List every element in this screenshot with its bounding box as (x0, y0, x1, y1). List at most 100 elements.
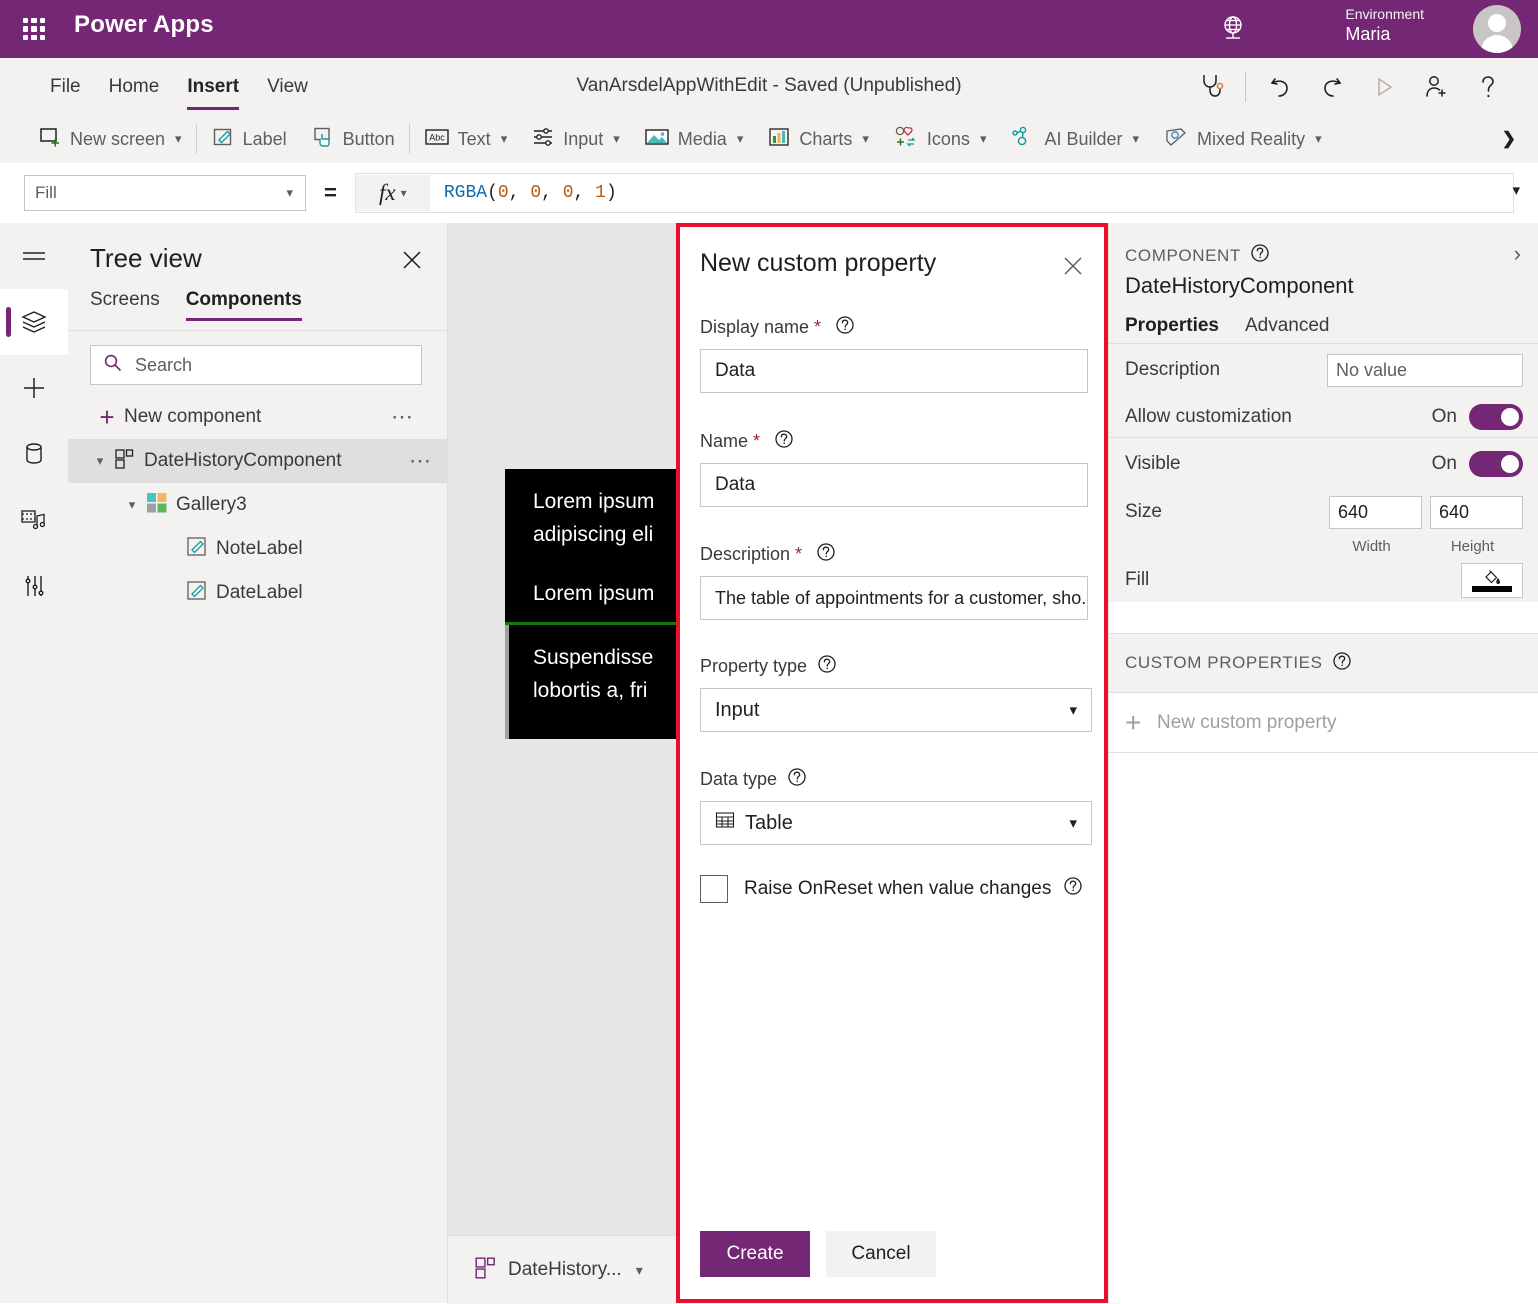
toggle-state-label: On (1431, 453, 1457, 474)
app-launcher-icon[interactable] (18, 13, 50, 45)
create-button[interactable]: Create (700, 1231, 810, 1277)
help-circle-icon[interactable] (1063, 876, 1083, 902)
field-label: Description * (700, 542, 1088, 567)
app-title: VanArsdelAppWithEdit - Saved (Unpublishe… (576, 75, 962, 96)
ribbon-charts-control[interactable]: Charts ▾ (755, 115, 881, 163)
help-circle-icon[interactable] (787, 767, 807, 792)
height-input[interactable]: 640 (1430, 495, 1523, 529)
tree-node-datehistorycomponent[interactable]: ▾ DateHistoryComponent ⋯ (68, 439, 465, 483)
tab-components[interactable]: Components (185, 289, 302, 321)
visible-toggle[interactable] (1469, 451, 1523, 477)
property-type-dropdown[interactable]: Input ▾ (700, 688, 1092, 732)
label-icon (211, 125, 235, 154)
formula-expand-chevron-down-icon[interactable]: ▾ (1512, 181, 1520, 199)
media-icon[interactable] (0, 487, 68, 553)
fx-button[interactable]: fx ▾ (355, 175, 430, 211)
help-circle-icon[interactable] (835, 315, 855, 340)
help-circle-icon[interactable] (774, 429, 794, 454)
field-property-type: Property type Input ▾ (700, 654, 1092, 732)
new-custom-property-label: New custom property (1157, 711, 1337, 733)
chevron-right-icon[interactable]: › (1514, 241, 1521, 267)
preview-play-icon[interactable] (1358, 64, 1410, 110)
search-input[interactable] (133, 353, 367, 377)
close-icon[interactable] (1060, 253, 1086, 279)
menu-item-insert[interactable]: Insert (175, 70, 251, 110)
property-type-value: Input (715, 698, 760, 721)
ribbon-new-screen[interactable]: New screen ▾ (26, 115, 194, 163)
insert-ribbon: New screen ▾ Label Button Abc Text ▾ Inp… (0, 115, 1538, 164)
search-box[interactable] (90, 345, 422, 385)
help-circle-icon[interactable] (817, 654, 837, 679)
tree-view-layers-icon[interactable] (0, 289, 68, 355)
label-icon (186, 536, 208, 563)
help-circle-icon[interactable] (1332, 651, 1352, 676)
field-label: Data type (700, 767, 1088, 792)
help-icon[interactable] (1462, 64, 1514, 110)
tree-node-gallery3[interactable]: ▾ Gallery3 (68, 483, 497, 527)
chevron-down-icon: ▾ (286, 185, 293, 200)
panel-kicker-label: COMPONENT (1125, 245, 1241, 265)
more-options-icon[interactable]: ⋯ (409, 448, 433, 474)
ribbon-button-control[interactable]: Button (299, 115, 407, 163)
fx-icon: fx (379, 180, 396, 205)
field-label: Property type (700, 654, 1088, 679)
property-selector[interactable]: Fill ▾ (24, 175, 306, 211)
menu-item-file[interactable]: File (38, 70, 93, 104)
property-label: Visible (1125, 453, 1181, 474)
menu-item-home[interactable]: Home (97, 70, 172, 104)
hamburger-menu-icon[interactable] (0, 223, 68, 289)
width-input[interactable]: 640 (1329, 495, 1422, 529)
ribbon-ai-builder[interactable]: AI Builder ▾ (998, 115, 1151, 163)
menu-bar: File Home Insert View VanArsdelAppWithEd… (0, 58, 1538, 116)
new-component-button[interactable]: + New component ⋯ (90, 395, 447, 439)
formula-input[interactable]: fx ▾ RGBA(0, 0, 0, 1) (354, 173, 1514, 213)
undo-icon[interactable] (1254, 64, 1306, 110)
ribbon-media-control[interactable]: Media ▾ (632, 115, 756, 163)
raise-onreset-checkbox[interactable] (700, 875, 728, 903)
chevron-down-icon[interactable]: ▾ (636, 1262, 643, 1279)
page-title: Tree view (90, 243, 202, 273)
display-name-input[interactable]: Data (700, 349, 1088, 393)
allow-customization-toggle[interactable] (1469, 404, 1523, 430)
new-custom-property-dialog: New custom property Display name * Data … (676, 223, 1108, 1303)
avatar[interactable] (1473, 5, 1521, 53)
chevron-down-icon[interactable]: ▾ (86, 453, 114, 469)
fill-color-preview (1472, 585, 1512, 592)
ribbon-text-control[interactable]: Abc Text ▾ (412, 115, 520, 163)
properties-panel-header: COMPONENT › DateHistoryComponent Propert… (1109, 223, 1538, 347)
help-circle-icon[interactable] (816, 542, 836, 567)
data-cylinder-icon[interactable] (0, 421, 68, 487)
close-icon[interactable] (399, 247, 425, 273)
new-custom-property-button[interactable]: + New custom property (1109, 693, 1538, 753)
tab-screens[interactable]: Screens (90, 289, 160, 321)
description-field[interactable]: No value (1327, 353, 1523, 387)
environment-switcher[interactable]: Environment Maria (1345, 5, 1424, 45)
share-user-icon[interactable] (1410, 64, 1462, 110)
menu-item-view[interactable]: View (255, 70, 320, 104)
status-component-selector[interactable]: DateHistory... (508, 1259, 622, 1281)
data-type-dropdown[interactable]: Table ▾ (700, 801, 1092, 845)
advanced-tools-icon[interactable] (0, 553, 68, 619)
ribbon-label: Mixed Reality (1197, 128, 1306, 149)
ribbon-label: Input (563, 128, 604, 149)
help-circle-icon[interactable] (1250, 243, 1270, 268)
icons-shapes-icon (893, 125, 919, 154)
ribbon-label-control[interactable]: Label (199, 115, 299, 163)
environment-name: Maria (1345, 24, 1391, 44)
ribbon-input-control[interactable]: Input ▾ (519, 115, 632, 163)
app-checker-icon[interactable] (1185, 64, 1237, 110)
redo-icon[interactable] (1306, 64, 1358, 110)
fill-color-button[interactable] (1461, 562, 1523, 598)
insert-plus-icon[interactable] (0, 355, 68, 421)
chevron-down-icon[interactable]: ▾ (118, 497, 146, 513)
svg-text:Abc: Abc (429, 132, 445, 142)
ribbon-icons-control[interactable]: Icons ▾ (881, 115, 999, 163)
more-options-icon[interactable]: ⋯ (391, 404, 415, 430)
ribbon-mixed-reality[interactable]: Mixed Reality ▾ (1151, 115, 1334, 163)
cancel-button[interactable]: Cancel (826, 1231, 936, 1277)
ribbon-label: Text (457, 128, 491, 149)
name-input[interactable]: Data (700, 463, 1088, 507)
description-input[interactable]: The table of appointments for a customer… (700, 576, 1088, 620)
chevron-down-icon[interactable]: ❯ (1492, 129, 1538, 149)
divider (408, 124, 410, 154)
